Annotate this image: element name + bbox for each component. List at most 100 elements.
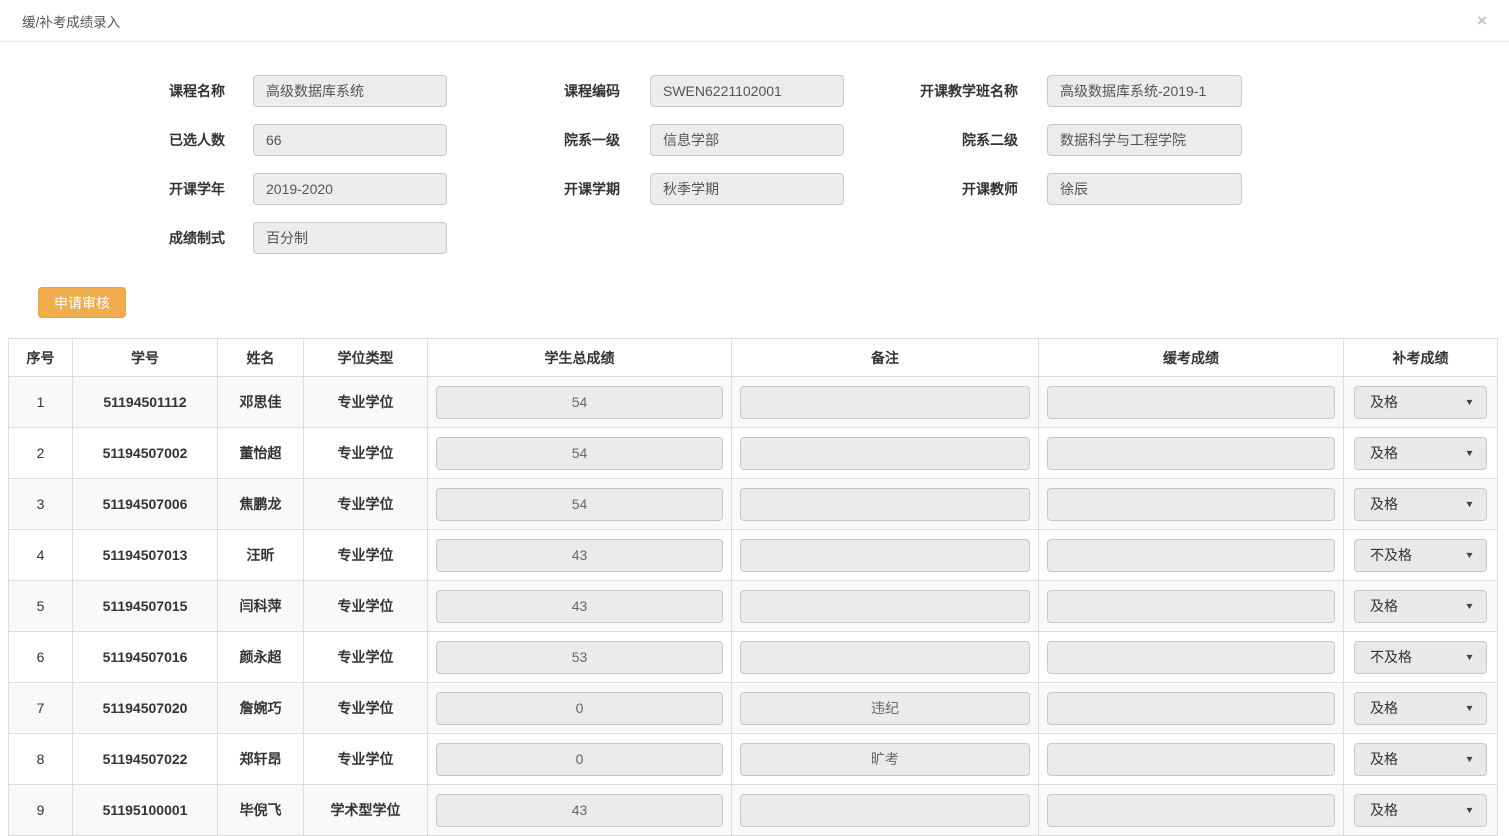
teacher-input[interactable] [1047,173,1242,205]
total-score-input [436,692,723,725]
remark-cell [732,530,1039,581]
total-score-cell [428,479,732,530]
degree-type-cell: 专业学位 [304,479,428,530]
deferred-score-input[interactable] [1047,386,1335,419]
row-index-cell: 2 [9,428,73,479]
deferred-score-input[interactable] [1047,641,1335,674]
remark-input [740,437,1030,470]
total-score-cell [428,632,732,683]
total-score-cell [428,785,732,836]
makeup-score-cell: 不及格 ▼ [1344,632,1498,683]
total-score-cell [428,734,732,785]
makeup-score-select[interactable]: 及格 ▼ [1354,743,1487,776]
student-id-cell: 51194507013 [73,530,218,581]
deferred-score-input[interactable] [1047,539,1335,572]
remark-cell [732,479,1039,530]
header-student-id: 学号 [73,339,218,377]
scores-table-header: 序号 学号 姓名 学位类型 学生总成绩 备注 缓考成绩 补考成绩 [9,339,1498,377]
chevron-down-icon: ▼ [1464,448,1474,458]
remark-cell [732,632,1039,683]
remark-input [740,743,1030,776]
header-name: 姓名 [218,339,304,377]
deferred-score-input[interactable] [1047,692,1335,725]
deferred-score-cell [1039,428,1344,479]
student-name-cell: 闫科萍 [218,581,304,632]
makeup-score-select[interactable]: 及格 ▼ [1354,488,1487,521]
enrolled-count-input[interactable] [253,124,447,156]
makeup-score-value: 及格 [1370,749,1398,769]
chevron-down-icon: ▼ [1464,805,1474,815]
degree-type-cell: 专业学位 [304,632,428,683]
makeup-score-select[interactable]: 及格 ▼ [1354,590,1487,623]
deferred-score-input[interactable] [1047,437,1335,470]
student-id-cell: 51194507006 [73,479,218,530]
deferred-score-cell [1039,785,1344,836]
deferred-score-input[interactable] [1047,743,1335,776]
form-row-3: 开课学年 开课学期 开课教师 [0,173,1509,205]
chevron-down-icon: ▼ [1464,754,1474,764]
table-row: 2 51194507002 董怡超 专业学位 及格 ▼ [9,428,1498,479]
makeup-score-cell: 及格 ▼ [1344,581,1498,632]
chevron-down-icon: ▼ [1464,499,1474,509]
makeup-score-cell: 及格 ▼ [1344,479,1498,530]
deferred-score-cell [1039,581,1344,632]
student-id-cell: 51195100001 [73,785,218,836]
makeup-score-select[interactable]: 及格 ▼ [1354,794,1487,827]
total-score-input [436,437,723,470]
table-row: 9 51195100001 毕倪飞 学术型学位 及格 ▼ [9,785,1498,836]
makeup-score-select[interactable]: 不及格 ▼ [1354,539,1487,572]
remark-cell [732,734,1039,785]
header-deferred-score: 缓考成绩 [1039,339,1344,377]
modal-header: 缓/补考成绩录入 × [0,0,1509,42]
student-name-cell: 毕倪飞 [218,785,304,836]
header-makeup-score: 补考成绩 [1344,339,1498,377]
makeup-score-cell: 及格 ▼ [1344,785,1498,836]
remark-input [740,386,1030,419]
makeup-score-select[interactable]: 及格 ▼ [1354,692,1487,725]
total-score-input [436,488,723,521]
row-index-cell: 9 [9,785,73,836]
course-code-input[interactable] [650,75,844,107]
student-id-cell: 51194507015 [73,581,218,632]
makeup-score-cell: 及格 ▼ [1344,734,1498,785]
deferred-score-input[interactable] [1047,488,1335,521]
faculty-level1-input[interactable] [650,124,844,156]
total-score-input [436,590,723,623]
student-name-cell: 郑轩昂 [218,734,304,785]
degree-type-cell: 学术型学位 [304,785,428,836]
faculty-level2-input[interactable] [1047,124,1242,156]
semester-input[interactable] [650,173,844,205]
makeup-score-select[interactable]: 及格 ▼ [1354,386,1487,419]
makeup-score-value: 不及格 [1370,545,1412,565]
student-name-cell: 汪昕 [218,530,304,581]
makeup-score-cell: 及格 ▼ [1344,428,1498,479]
page-title: 缓/补考成绩录入 [22,11,120,31]
makeup-score-select[interactable]: 及格 ▼ [1354,437,1487,470]
degree-type-cell: 专业学位 [304,683,428,734]
makeup-score-value: 及格 [1370,698,1398,718]
close-icon[interactable]: × [1477,12,1487,29]
class-name-input[interactable] [1047,75,1242,107]
deferred-score-input[interactable] [1047,794,1335,827]
table-row: 1 51194501112 邓思佳 专业学位 及格 ▼ [9,377,1498,428]
chevron-down-icon: ▼ [1464,601,1474,611]
remark-input [740,590,1030,623]
course-name-label: 课程名称 [0,75,225,107]
total-score-cell [428,530,732,581]
student-name-cell: 邓思佳 [218,377,304,428]
table-row: 8 51194507022 郑轩昂 专业学位 及格 ▼ [9,734,1498,785]
total-score-input [436,539,723,572]
chevron-down-icon: ▼ [1464,550,1474,560]
academic-year-input[interactable] [253,173,447,205]
apply-review-button[interactable]: 申请审核 [38,287,126,318]
row-index-cell: 6 [9,632,73,683]
grading-scheme-input[interactable] [253,222,447,254]
header-degree-type: 学位类型 [304,339,428,377]
makeup-score-select[interactable]: 不及格 ▼ [1354,641,1487,674]
deferred-score-cell [1039,632,1344,683]
deferred-score-cell [1039,683,1344,734]
student-name-cell: 焦鹏龙 [218,479,304,530]
degree-type-cell: 专业学位 [304,530,428,581]
course-name-input[interactable] [253,75,447,107]
deferred-score-input[interactable] [1047,590,1335,623]
